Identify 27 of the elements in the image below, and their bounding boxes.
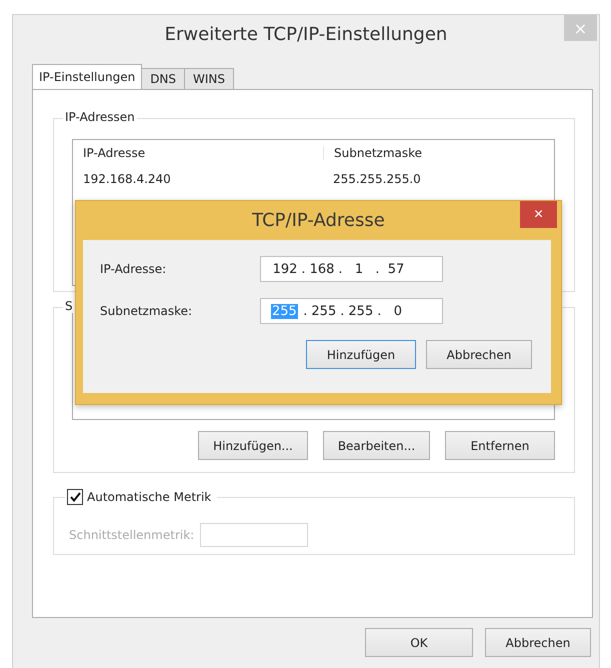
- group-title: S: [63, 299, 75, 313]
- dialog-button[interactable]: OK: [365, 628, 473, 657]
- check-icon: [70, 492, 80, 502]
- group-title: IP-Adressen: [63, 110, 137, 124]
- field-label: Schnittstellenmetrik:: [69, 528, 194, 542]
- field-label: IP-Adresse:: [100, 262, 168, 276]
- window-title: Erweiterte TCP/IP-Einstellungen: [164, 24, 448, 44]
- tab[interactable]: WINS: [184, 68, 234, 89]
- ip-address-field[interactable]: 255 . 255 . 255 . 0: [260, 298, 443, 324]
- dialog-button[interactable]: Abbrechen: [485, 628, 591, 657]
- field-label: Subnetzmaske:: [100, 304, 194, 318]
- column-header[interactable]: Subnetzmaske: [323, 146, 554, 160]
- checkbox-label: Automatische Metrik: [87, 490, 212, 504]
- column-header[interactable]: IP-Adresse: [73, 146, 323, 160]
- tab[interactable]: DNS: [141, 68, 186, 89]
- list-button[interactable]: Bearbeiten...: [323, 431, 430, 460]
- tab[interactable]: IP-Einstellungen: [32, 64, 142, 89]
- dialog-button[interactable]: Abbrechen: [426, 340, 532, 369]
- ip-address-field[interactable]: 192 . 168 . 1 . 57: [260, 256, 443, 282]
- table-cell-text: 192.168.4.240: [82, 172, 172, 186]
- list-button[interactable]: Hinzufügen...: [198, 431, 308, 460]
- list-button[interactable]: Entfernen: [445, 431, 555, 460]
- table-cell-text: 255.255.255.0: [332, 172, 422, 186]
- input-field[interactable]: [200, 523, 308, 547]
- dialog-title: TCP/IP-Adresse: [252, 210, 385, 231]
- close-button[interactable]: ×: [520, 201, 557, 228]
- dialog-button[interactable]: Hinzufügen: [306, 340, 416, 369]
